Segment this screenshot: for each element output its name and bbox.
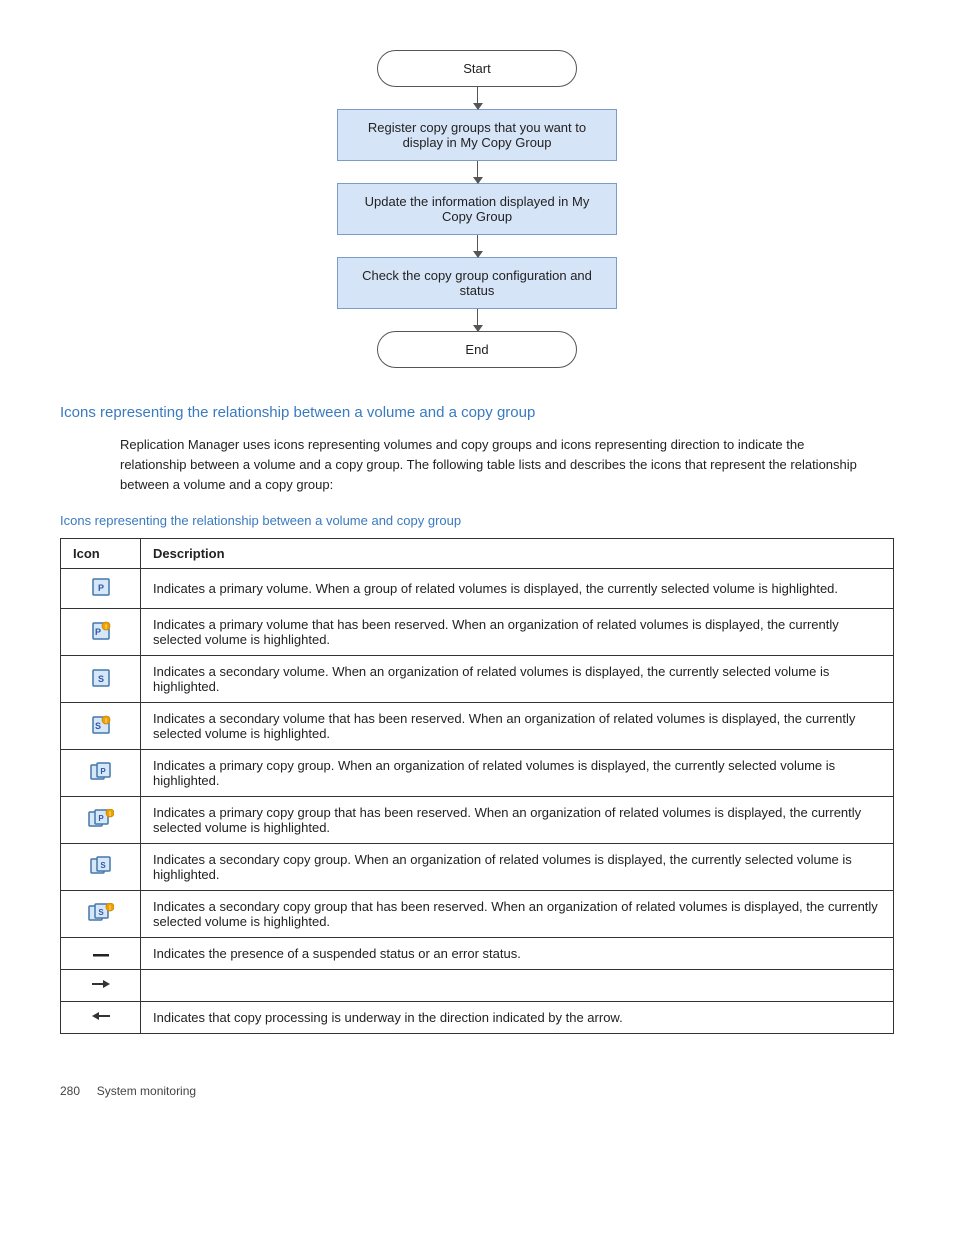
svg-text:S: S [94,721,100,731]
table-row: S ! Indicates a secondary copy group tha… [61,891,894,938]
table-cell-icon [61,970,141,1002]
svg-text:!: ! [109,812,111,818]
sub-link[interactable]: Icons representing the relationship betw… [60,513,461,528]
flow-arrow-4 [477,309,478,331]
section-title: Icons representing the relationship betw… [60,404,894,421]
svg-text:S: S [98,908,104,917]
table-cell-icon: S ! [61,891,141,938]
table-cell-icon: P ! [61,609,141,656]
flow-arrow-2 [477,161,478,183]
table-header-icon: Icon [61,539,141,569]
table-row: P Indicates a primary copy group. When a… [61,750,894,797]
svg-text:!: ! [109,906,111,912]
table-cell-icon: P ! [61,797,141,844]
table-row: S ! Indicates a secondary volume that ha… [61,703,894,750]
table-row: P ! Indicates a primary copy group that … [61,797,894,844]
table-cell-description: Indicates a secondary copy group that ha… [141,891,894,938]
svg-text:S: S [100,861,106,870]
icon-table: Icon Description P Indicates a primary v… [60,538,894,1034]
table-row: S Indicates a secondary copy group. When… [61,844,894,891]
table-row: Indicates that copy processing is underw… [61,1002,894,1034]
table-row [61,970,894,1002]
flowchart-step-3: Check the copy group configuration and s… [337,257,617,309]
table-row: P Indicates a primary volume. When a gro… [61,569,894,609]
table-cell-icon: S ! [61,703,141,750]
flowchart-start: Start [377,50,577,87]
page-number: 280 [60,1084,80,1098]
table-cell-icon [61,938,141,970]
table-cell-description: Indicates a primary volume that has been… [141,609,894,656]
flow-arrow-1 [477,87,478,109]
table-cell-description: Indicates a secondary volume. When an or… [141,656,894,703]
table-cell-description: Indicates a primary copy group. When an … [141,750,894,797]
table-cell-icon [61,1002,141,1034]
svg-text:P: P [98,814,104,823]
flowchart-end: End [377,331,577,368]
svg-text:!: ! [105,719,107,725]
table-row: P ! Indicates a primary volume that has … [61,609,894,656]
page-text: System monitoring [97,1084,196,1098]
body-text: Replication Manager uses icons represent… [120,435,864,495]
table-cell-description: Indicates that copy processing is underw… [141,1002,894,1034]
svg-text:P: P [94,627,100,637]
svg-text:P: P [97,583,103,593]
table-header-description: Description [141,539,894,569]
table-row: S Indicates a secondary volume. When an … [61,656,894,703]
table-cell-description [141,970,894,1002]
flowchart-step-1: Register copy groups that you want to di… [337,109,617,161]
table-cell-description: Indicates a secondary volume that has be… [141,703,894,750]
table-cell-description: Indicates a primary copy group that has … [141,797,894,844]
table-cell-icon: S [61,844,141,891]
table-cell-icon: P [61,569,141,609]
table-cell-description: Indicates a secondary copy group. When a… [141,844,894,891]
table-cell-icon: P [61,750,141,797]
table-cell-description: Indicates the presence of a suspended st… [141,938,894,970]
svg-text:!: ! [105,625,107,631]
page-footer: 280 System monitoring [60,1084,894,1098]
flow-arrow-3 [477,235,478,257]
svg-text:S: S [97,674,103,684]
table-row: Indicates the presence of a suspended st… [61,938,894,970]
table-cell-icon: S [61,656,141,703]
flowchart: Start Register copy groups that you want… [60,50,894,368]
flowchart-step-2: Update the information displayed in My C… [337,183,617,235]
svg-text:P: P [100,767,106,776]
table-cell-description: Indicates a primary volume. When a group… [141,569,894,609]
